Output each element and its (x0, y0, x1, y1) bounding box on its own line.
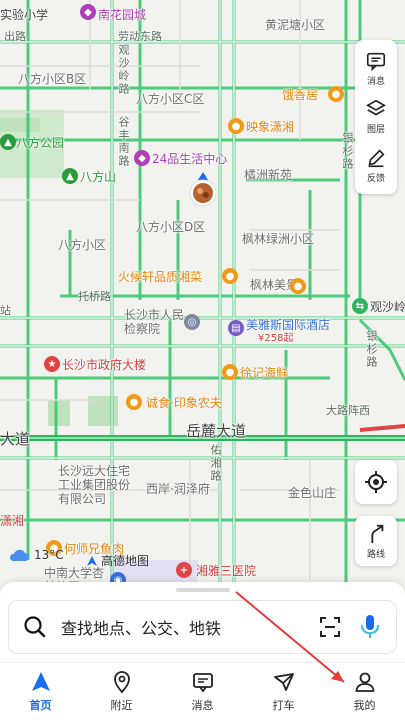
label-huohou: 火候轩品质湘菜 (118, 270, 203, 284)
label-bafang-park: 八方公园 (16, 136, 65, 150)
search-input[interactable]: 查找地点、公交、地铁 (8, 600, 397, 654)
label-jianchayuan: 长沙市人民检察院 (124, 308, 185, 336)
pencil-icon (368, 149, 385, 168)
feedback-button[interactable]: 反馈 (365, 147, 387, 184)
route-label: 路线 (366, 549, 385, 560)
label-community: 黄泥塘小区 (265, 18, 326, 32)
label-dalu: 大路阵西 (326, 404, 370, 417)
restaurant-icon: ● (222, 364, 238, 380)
restaurant-icon: ● (228, 118, 244, 134)
layers-button[interactable]: 图层 (365, 98, 387, 135)
label-yuelu: 岳麓大道 (186, 422, 247, 440)
layers-icon (366, 100, 386, 116)
hotel-icon: ▤ (228, 320, 244, 336)
tab-messages-label: 消息 (191, 699, 214, 712)
restaurant-icon: ● (222, 268, 238, 284)
label-xiyuan: 西岸·润泽府 (146, 482, 210, 496)
label-right-road: 观沙岭 (370, 300, 405, 314)
tab-profile-label: 我的 (353, 699, 376, 712)
drag-handle[interactable] (176, 588, 230, 592)
label-juzhou: 橘洲新苑 (244, 168, 293, 182)
label-govt: 长沙市政府大楼 (62, 358, 147, 372)
tab-nearby-label: 附近 (110, 699, 133, 712)
location-pin-icon (113, 671, 130, 694)
weather-temp: 13°C (34, 548, 64, 562)
navigation-arrow-icon (31, 672, 50, 691)
label-shop-24: 24品生活中心 (152, 152, 228, 166)
label-left-station: 站 (0, 304, 11, 317)
layers-label: 图层 (366, 125, 385, 136)
label-bafang-d: 八方小区D区 (136, 220, 206, 234)
cloud-icon (9, 549, 29, 561)
restaurant-icon: ● (290, 278, 306, 294)
map-tools-panel: 消息 图层 反馈 (355, 40, 397, 194)
label-vertical-road4: 佑湘路 (209, 444, 222, 483)
restaurant-icon: ● (328, 86, 344, 102)
message-button[interactable]: 消息 (365, 50, 387, 87)
label-chengshi: 诚食·印象农夫 (146, 396, 222, 410)
label-vertical-road5: 谷丰南路 (117, 116, 130, 168)
label-meiyas-price: ¥258起 (258, 333, 294, 344)
label-school: 实验小学 (0, 8, 49, 22)
shop-icon: ◆ (134, 150, 150, 166)
label-meiyas: 美雅斯国际酒店 (246, 318, 331, 332)
mountain-icon: ▲ (62, 168, 78, 184)
search-icon (24, 616, 46, 638)
message-icon (366, 52, 386, 72)
label-xiangya: 湘雅三医院 (196, 564, 257, 578)
label-tuoqiao: 托桥路 (78, 290, 111, 303)
restaurant-icon: ● (126, 394, 142, 410)
mall-icon: ◆ (80, 4, 96, 20)
label-bafang-c: 八方小区C区 (136, 92, 205, 106)
tab-home-label: 首页 (29, 699, 52, 712)
feedback-label: 反馈 (366, 174, 385, 185)
tab-taxi-label: 打车 (272, 699, 295, 712)
label-road-top2: 劳动东路 (118, 30, 162, 43)
search-placeholder: 查找地点、公交、地铁 (61, 619, 222, 638)
label-road-top1: 出路 (4, 30, 26, 43)
weather-widget[interactable]: 13°C (8, 548, 64, 562)
tab-home[interactable]: 首页 (11, 670, 71, 713)
tab-profile[interactable]: 我的 (335, 670, 395, 713)
route-icon (371, 524, 384, 543)
label-yuelu-left: 大道 (0, 430, 31, 448)
person-icon (355, 672, 374, 692)
label-xuji: 徐记海鲜 (240, 366, 289, 380)
crosshair-icon (365, 471, 387, 493)
tab-taxi[interactable]: 打车 (254, 670, 314, 713)
park-icon: ▲ (0, 134, 16, 150)
label-bafang-hill: 八方山 (80, 170, 117, 184)
amap-logo-text: 高德地图 (101, 554, 150, 568)
tab-nearby[interactable]: 附近 (92, 670, 152, 713)
label-yingxiang: 映象潇湘 (246, 120, 295, 134)
locate-button[interactable] (355, 460, 397, 504)
amap-logo: 高德地图 (86, 552, 149, 569)
label-xiaoxiang: 潇湘 (0, 514, 25, 528)
label-jinse: 金色山庄 (288, 486, 337, 500)
label-vertical-road2: 银杉路 (341, 132, 354, 171)
label-fenglin: 枫林绿洲小区 (242, 232, 315, 246)
label-vertical-road1: 观沙岭路 (117, 44, 130, 96)
label-far-east: 长沙远大住宅工业集团股份有限公司 (58, 464, 131, 506)
search-card: 查找地点、公交、地铁 (0, 582, 405, 662)
label-mall: 南花园城 (98, 8, 147, 22)
govt-star-icon: ★ (44, 356, 60, 372)
scan-icon[interactable] (318, 615, 342, 639)
label-yingxiang-top: 饿香居 (282, 88, 319, 102)
food-pin-icon[interactable] (188, 172, 218, 208)
voice-mic-icon[interactable] (358, 613, 382, 641)
tab-messages[interactable]: 消息 (173, 670, 233, 713)
route-button[interactable]: 路线 (355, 516, 397, 566)
govt-building-icon: ◎ (184, 314, 200, 330)
label-bafang-b: 八方小区B区 (18, 72, 87, 86)
taxi-flag-icon (273, 673, 294, 691)
amap-logo-icon (87, 555, 97, 566)
station-icon: ⇆ (352, 298, 368, 314)
chat-icon (192, 673, 213, 693)
label-bafang-c2: 八方小区 (58, 238, 107, 252)
label-vertical-road3: 银杉路 (365, 330, 378, 369)
hospital-icon: + (176, 562, 192, 578)
message-label: 消息 (366, 76, 385, 87)
bottom-tab-bar: 首页 附近 消息 打车 我的 (0, 662, 405, 720)
